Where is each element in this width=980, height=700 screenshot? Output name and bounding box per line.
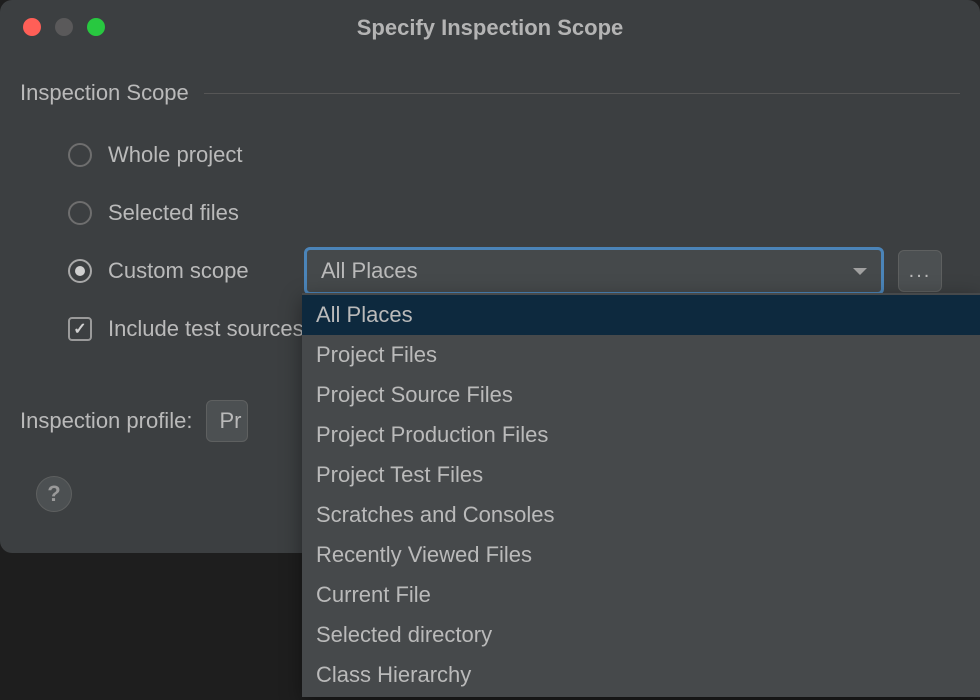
dropdown-selected-value: All Places	[321, 258, 418, 284]
dropdown-option-class-hierarchy[interactable]: Class Hierarchy	[302, 655, 980, 695]
dialog-titlebar: Specify Inspection Scope	[0, 0, 980, 50]
custom-scope-dropdown-list: All Places Project Files Project Source …	[302, 293, 980, 697]
dropdown-option-current-file[interactable]: Current File	[302, 575, 980, 615]
maximize-window-button[interactable]	[87, 18, 105, 36]
dropdown-option-all-places[interactable]: All Places	[302, 295, 980, 335]
radio-selected-files[interactable]: Selected files	[68, 184, 960, 242]
close-window-button[interactable]	[23, 18, 41, 36]
section-divider	[204, 93, 960, 94]
checkbox-label: Include test sources	[108, 316, 304, 342]
profile-value: Pr	[219, 408, 241, 434]
help-icon: ?	[47, 481, 60, 507]
radio-icon	[68, 143, 92, 167]
help-button[interactable]: ?	[36, 476, 72, 512]
dropdown-option-project-files[interactable]: Project Files	[302, 335, 980, 375]
dropdown-option-recently-viewed[interactable]: Recently Viewed Files	[302, 535, 980, 575]
radio-custom-scope[interactable]: Custom scope All Places ...	[68, 242, 960, 300]
dialog-title: Specify Inspection Scope	[357, 15, 624, 41]
inspection-profile-label: Inspection profile:	[20, 408, 192, 434]
radio-whole-project[interactable]: Whole project	[68, 126, 960, 184]
dropdown-option-project-test-files[interactable]: Project Test Files	[302, 455, 980, 495]
radio-label: Whole project	[108, 142, 288, 168]
custom-scope-controls: All Places ...	[304, 247, 942, 295]
ellipsis-icon: ...	[909, 260, 932, 283]
scope-radio-group: Whole project Selected files Custom scop…	[20, 126, 960, 300]
inspection-scope-dialog: Specify Inspection Scope Inspection Scop…	[0, 0, 980, 553]
custom-scope-dropdown[interactable]: All Places	[304, 247, 884, 295]
section-header: Inspection Scope	[20, 80, 960, 106]
radio-icon	[68, 201, 92, 225]
chevron-down-icon	[853, 268, 867, 275]
dropdown-option-project-production-files[interactable]: Project Production Files	[302, 415, 980, 455]
minimize-window-button[interactable]	[55, 18, 73, 36]
inspection-profile-dropdown[interactable]: Pr	[206, 400, 248, 442]
dropdown-option-project-source-files[interactable]: Project Source Files	[302, 375, 980, 415]
window-controls	[23, 18, 105, 36]
scope-edit-button[interactable]: ...	[898, 250, 942, 292]
section-title: Inspection Scope	[20, 80, 189, 106]
radio-icon-checked	[68, 259, 92, 283]
dropdown-option-scratches-consoles[interactable]: Scratches and Consoles	[302, 495, 980, 535]
radio-label: Custom scope	[108, 258, 288, 284]
dropdown-option-selected-directory[interactable]: Selected directory	[302, 615, 980, 655]
checkbox-icon: ✓	[68, 317, 92, 341]
radio-label: Selected files	[108, 200, 288, 226]
radio-dot-icon	[75, 266, 85, 276]
checkmark-icon: ✓	[73, 319, 86, 339]
